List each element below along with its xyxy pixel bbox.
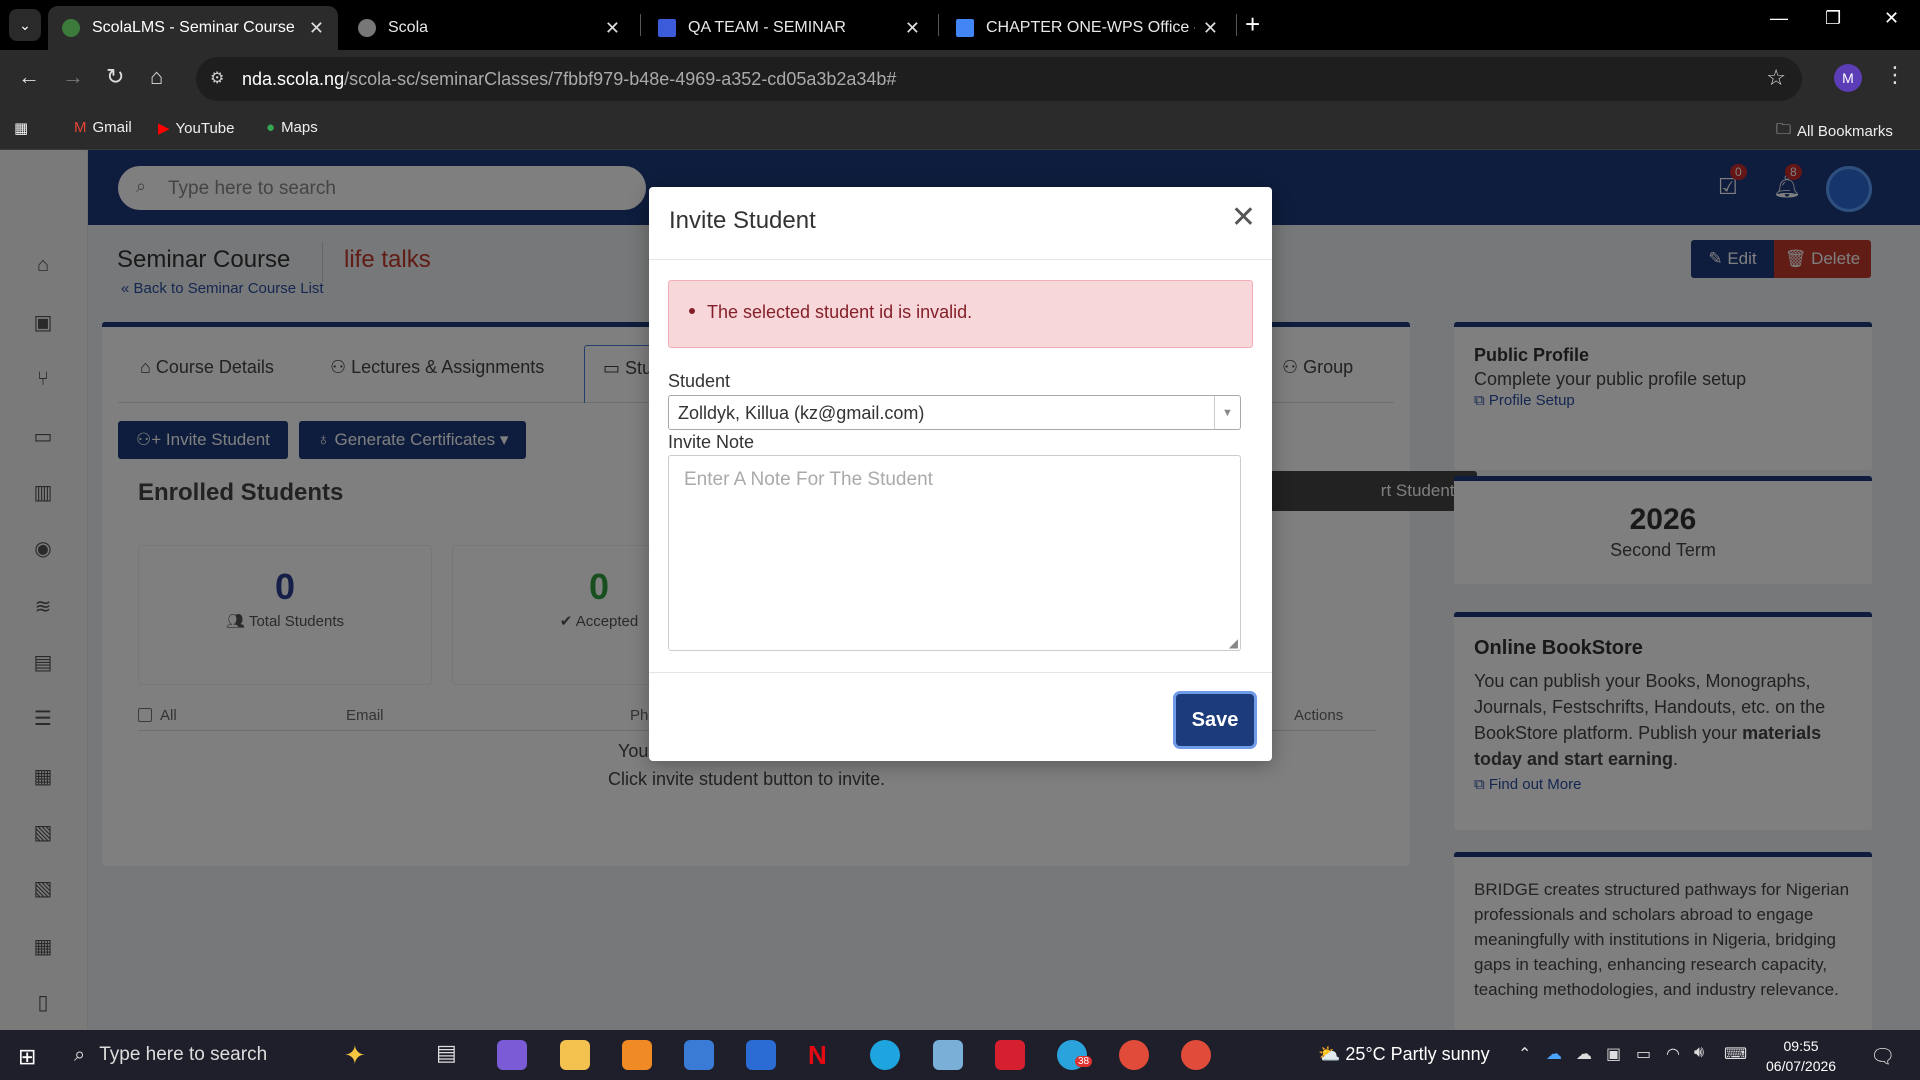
tab-separator [1236, 14, 1237, 36]
search-icon: ⌕ [74, 1043, 86, 1066]
url-bar[interactable]: ⚙ nda.scola.ng/scola-sc/seminarClasses/7… [196, 57, 1802, 101]
scola-favicon-icon [62, 19, 80, 37]
onedrive-icon[interactable]: ☁ [1546, 1044, 1562, 1064]
telegram-icon[interactable]: 38 [1057, 1040, 1093, 1070]
restore-icon[interactable]: ❐ [1825, 8, 1841, 29]
student-select-value: Zolldyk, Killua (kz@gmail.com) [678, 403, 925, 423]
apps-grid-icon[interactable]: ▦ [14, 119, 28, 137]
chrome-profile-icon[interactable] [1181, 1040, 1211, 1070]
gmail-icon: M [74, 119, 87, 136]
windows-start-icon[interactable]: ⊞ [18, 1044, 36, 1070]
copilot-sparkle-icon[interactable]: ✦ [344, 1040, 374, 1070]
tab-scola[interactable]: Scola ✕ [344, 6, 634, 50]
tab-scolalms[interactable]: ScolaLMS - Seminar Course ✕ [48, 6, 338, 50]
youtube-icon: ▶ [158, 120, 170, 137]
tab-separator [640, 14, 641, 36]
cloud-icon[interactable]: ☁ [1576, 1044, 1592, 1064]
copilot-app-icon[interactable] [497, 1040, 527, 1070]
url-host: nda.scola.ng [242, 69, 345, 89]
edge-icon[interactable] [870, 1040, 900, 1070]
all-bookmarks[interactable]: 🗀 All Bookmarks [1776, 119, 1893, 144]
keyboard-icon[interactable]: ⌨ [1724, 1044, 1747, 1064]
close-tab-icon[interactable]: ✕ [605, 18, 620, 39]
bookmark-youtube[interactable]: ▶ YouTube [158, 119, 235, 138]
vlc-icon[interactable] [622, 1040, 652, 1070]
folder-icon: 🗀 [1776, 121, 1792, 138]
netflix-icon[interactable]: N [808, 1040, 838, 1070]
home-icon[interactable]: ⌂ [150, 64, 163, 90]
chrome-icon[interactable] [1119, 1040, 1149, 1070]
profile-avatar[interactable]: M [1834, 64, 1862, 92]
close-tab-icon[interactable]: ✕ [309, 18, 324, 39]
bookmark-star-icon[interactable]: ☆ [1766, 65, 1786, 91]
invite-student-modal: Invite Student ✕ The selected student id… [649, 187, 1272, 761]
tab-separator [938, 14, 939, 36]
url-path: /scola-sc/seminarClasses/7fbbf979-b48e-4… [344, 69, 897, 89]
close-window-icon[interactable]: ✕ [1884, 8, 1899, 29]
close-tab-icon[interactable]: ✕ [1203, 18, 1218, 39]
new-tab-button[interactable]: + [1245, 10, 1260, 38]
save-button[interactable]: Save [1176, 694, 1254, 746]
system-clock[interactable]: 09:55 06/07/2026 [1766, 1036, 1836, 1076]
error-alert: The selected student id is invalid. [668, 280, 1253, 348]
forward-icon[interactable]: → [62, 64, 84, 90]
tab-search-button[interactable]: ⌄ [9, 9, 41, 41]
invite-note-label: Invite Note [668, 432, 755, 452]
minimize-icon[interactable]: — [1770, 8, 1788, 29]
close-icon[interactable]: ✕ [1231, 203, 1256, 233]
chevron-down-icon[interactable]: ▼ [1214, 396, 1240, 429]
invite-note-placeholder: Enter A Note For The Student [684, 469, 933, 490]
invite-note-textarea[interactable]: Enter A Note For The Student ◢ [668, 455, 1241, 651]
bookmarks-bar: ▦ M Gmail ▶ YouTube ● Maps 🗀 All Bookmarks [0, 108, 1920, 150]
close-tab-icon[interactable]: ✕ [905, 18, 920, 39]
globe-icon [358, 19, 376, 37]
address-toolbar: ← → ↻ ⌂ ⚙ nda.scola.ng/scola-sc/seminarC… [0, 50, 1920, 108]
tab-chapter-one[interactable]: CHAPTER ONE-WPS Office - Go ✕ [942, 6, 1232, 50]
student-label: Student [668, 371, 731, 391]
telegram-badge: 38 [1075, 1056, 1093, 1067]
student-select[interactable]: Zolldyk, Killua (kz@gmail.com) ▼ [668, 395, 1241, 430]
battery-icon[interactable]: ▭ [1636, 1044, 1651, 1064]
meet-icon[interactable]: ▣ [1606, 1044, 1621, 1064]
modal-title: Invite Student [669, 207, 816, 234]
reload-icon[interactable]: ↻ [106, 64, 124, 90]
maps-pin-icon: ● [266, 119, 276, 136]
chevron-up-icon[interactable]: ⌃ [1518, 1044, 1531, 1064]
browser-tab-bar: ⌄ ScolaLMS - Seminar Course ✕ Scola ✕ QA… [0, 0, 1920, 50]
wps-office-icon[interactable] [995, 1040, 1025, 1070]
outlook-icon[interactable] [746, 1040, 776, 1070]
error-message: The selected student id is invalid. [707, 302, 973, 322]
file-explorer-icon[interactable] [560, 1040, 590, 1070]
bullet-icon [689, 308, 695, 314]
volume-icon[interactable]: 🔊︎ [1694, 1044, 1704, 1062]
partly-sunny-icon: ⛅ [1318, 1044, 1346, 1064]
jira-icon [658, 19, 676, 37]
bookmark-maps[interactable]: ● Maps [266, 119, 318, 136]
browser-menu-icon[interactable]: ⋮ [1884, 62, 1906, 88]
notifications-icon[interactable]: 🗨 [1870, 1044, 1895, 1069]
task-view-icon[interactable]: ▤ [436, 1040, 466, 1070]
site-info-icon[interactable]: ⚙ [210, 68, 224, 88]
docs-icon [956, 19, 974, 37]
weather-widget[interactable]: ⛅ 25°C Partly sunny [1318, 1044, 1490, 1065]
bookmark-gmail[interactable]: M Gmail [74, 119, 132, 136]
wifi-icon[interactable]: ◠ [1666, 1044, 1680, 1064]
store-icon[interactable] [684, 1040, 714, 1070]
back-icon[interactable]: ← [18, 64, 40, 90]
modal-header: Invite Student ✕ [649, 187, 1272, 260]
resize-handle-icon[interactable]: ◢ [1229, 636, 1238, 650]
modal-footer-divider [649, 672, 1272, 673]
os-taskbar: ⊞ ⌕ Type here to search ✦ ▤ N 38 ⛅ 25°C P… [0, 1030, 1920, 1080]
tab-qa-team[interactable]: QA TEAM - SEMINAR ✕ [644, 6, 934, 50]
photos-icon[interactable] [933, 1040, 963, 1070]
